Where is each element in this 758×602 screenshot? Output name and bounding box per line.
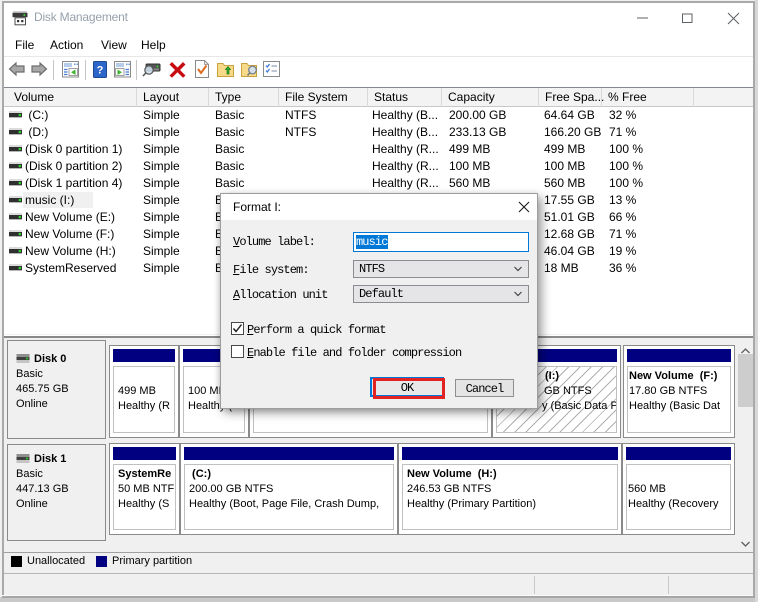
svg-text:?: ? (97, 65, 104, 77)
